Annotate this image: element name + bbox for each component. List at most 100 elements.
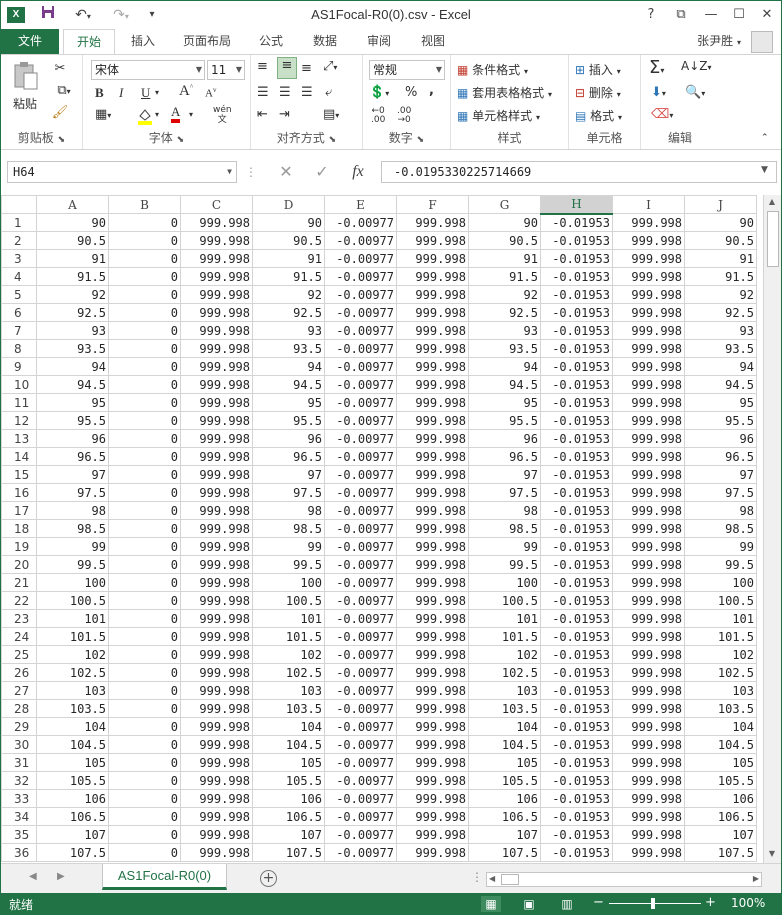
cell[interactable]: 107.5 (252, 843, 325, 862)
align-center-icon[interactable]: ☰ (279, 85, 291, 100)
column-header[interactable]: G (468, 195, 541, 214)
cell[interactable]: 999.998 (180, 267, 253, 286)
cell[interactable]: 91 (36, 249, 109, 268)
cell[interactable]: 0 (108, 339, 181, 358)
decrease-decimal-icon[interactable]: .00 →0 (397, 107, 411, 125)
delete-cells-button[interactable]: ⊟ 删除 ▾ (575, 84, 621, 101)
cell[interactable]: 91.5 (252, 267, 325, 286)
cell[interactable]: 999.998 (612, 735, 685, 754)
cell[interactable]: 999.998 (180, 339, 253, 358)
cell[interactable]: 102 (252, 645, 325, 664)
cell[interactable]: -0.01953 (540, 555, 613, 574)
cell[interactable]: 91.5 (36, 267, 109, 286)
cell[interactable]: -0.01953 (540, 519, 613, 538)
page-layout-view-icon[interactable]: ▣ (519, 896, 539, 912)
cell[interactable]: -0.00977 (324, 303, 397, 322)
cell[interactable]: -0.00977 (324, 789, 397, 808)
cell[interactable]: 92.5 (36, 303, 109, 322)
worksheet-grid[interactable]: ABCDEFGHIJ 1 90 0 999.998 90 -0.00977 999.998 9… (1, 195, 763, 863)
cell[interactable]: 92 (36, 285, 109, 304)
cell[interactable]: 999.998 (612, 645, 685, 664)
autosum-icon[interactable]: Σ▾ (649, 57, 664, 78)
cell[interactable]: 0 (108, 465, 181, 484)
cell[interactable]: 102.5 (684, 663, 757, 682)
customize-quick-access-icon[interactable]: ▾ (141, 5, 163, 25)
cell[interactable]: 95 (684, 393, 757, 412)
cell[interactable]: -0.01953 (540, 303, 613, 322)
cell[interactable]: -0.00977 (324, 501, 397, 520)
cell[interactable]: 96 (252, 429, 325, 448)
scroll-right-icon[interactable]: ▶ (753, 874, 759, 883)
cell[interactable]: 0 (108, 483, 181, 502)
cell[interactable]: -0.00977 (324, 285, 397, 304)
cell[interactable]: -0.00977 (324, 339, 397, 358)
cell[interactable]: 103.5 (252, 699, 325, 718)
cell[interactable]: 94 (684, 357, 757, 376)
cell-table[interactable]: ABCDEFGHIJ 1 90 0 999.998 90 -0.00977 999.998 9… (1, 195, 757, 862)
cell[interactable]: 95 (252, 393, 325, 412)
row-header[interactable]: 25 (1, 645, 37, 664)
cell[interactable]: 90 (252, 213, 325, 232)
cell[interactable]: -0.00977 (324, 357, 397, 376)
cell[interactable]: 999.998 (612, 807, 685, 826)
cell[interactable]: 106.5 (684, 807, 757, 826)
cell[interactable]: -0.00977 (324, 681, 397, 700)
cell[interactable]: 999.998 (180, 789, 253, 808)
cell[interactable]: 106.5 (36, 807, 109, 826)
insert-function-button[interactable]: fx (343, 161, 373, 183)
cell[interactable]: -0.00977 (324, 321, 397, 340)
tab-file[interactable]: 文件 (1, 29, 59, 54)
row-header[interactable]: 18 (1, 519, 37, 538)
row-header[interactable]: 8 (1, 339, 37, 358)
cell[interactable]: 90.5 (252, 231, 325, 250)
cell[interactable]: 999.998 (396, 537, 469, 556)
cell[interactable]: 0 (108, 267, 181, 286)
format-cells-button[interactable]: ▤ 格式 ▾ (575, 107, 622, 124)
cell[interactable]: -0.00977 (324, 735, 397, 754)
cell[interactable]: 0 (108, 357, 181, 376)
cell[interactable]: 101 (252, 609, 325, 628)
cell[interactable]: 999.998 (180, 681, 253, 700)
cell[interactable]: 100.5 (252, 591, 325, 610)
cell[interactable]: 90 (36, 213, 109, 232)
cell[interactable]: 106 (468, 789, 541, 808)
cell[interactable]: 94 (468, 357, 541, 376)
cell[interactable]: -0.01953 (540, 285, 613, 304)
column-header[interactable]: A (36, 195, 109, 214)
cell[interactable]: 999.998 (180, 357, 253, 376)
cell[interactable]: 95 (468, 393, 541, 412)
cell[interactable]: 999.998 (612, 591, 685, 610)
cell[interactable]: 999.998 (180, 537, 253, 556)
cell[interactable]: 106.5 (468, 807, 541, 826)
column-header[interactable]: E (324, 195, 397, 214)
decrease-indent-icon[interactable]: ⇤ (257, 107, 268, 122)
cell[interactable]: 999.998 (180, 843, 253, 862)
wrap-text-icon[interactable]: ⤶ (325, 85, 332, 100)
cell[interactable]: 999.998 (612, 663, 685, 682)
cell[interactable]: 103.5 (36, 699, 109, 718)
cell[interactable]: 0 (108, 681, 181, 700)
cell[interactable]: -0.01953 (540, 843, 613, 862)
row-header[interactable]: 11 (1, 393, 37, 412)
cell[interactable]: -0.01953 (540, 627, 613, 646)
row-header[interactable]: 14 (1, 447, 37, 466)
cell[interactable]: 0 (108, 375, 181, 394)
cancel-icon[interactable]: ✕ (271, 161, 301, 183)
cell[interactable]: 93 (36, 321, 109, 340)
cell[interactable]: 999.998 (396, 825, 469, 844)
row-header[interactable]: 10 (1, 375, 37, 394)
cell[interactable]: -0.00977 (324, 393, 397, 412)
cell[interactable]: 107 (252, 825, 325, 844)
borders-icon[interactable]: ▦▾ (95, 107, 111, 122)
cell[interactable]: -0.00977 (324, 627, 397, 646)
cell[interactable]: -0.00977 (324, 249, 397, 268)
formula-input[interactable]: -0.0195330225714669 (381, 161, 777, 183)
cell[interactable]: -0.01953 (540, 771, 613, 790)
align-top-icon[interactable]: ≡ (257, 59, 268, 74)
cell[interactable]: -0.00977 (324, 537, 397, 556)
cell[interactable]: 999.998 (180, 753, 253, 772)
cell[interactable]: 0 (108, 717, 181, 736)
cell[interactable]: -0.01953 (540, 825, 613, 844)
cell[interactable]: -0.00977 (324, 429, 397, 448)
cell[interactable]: 999.998 (612, 699, 685, 718)
